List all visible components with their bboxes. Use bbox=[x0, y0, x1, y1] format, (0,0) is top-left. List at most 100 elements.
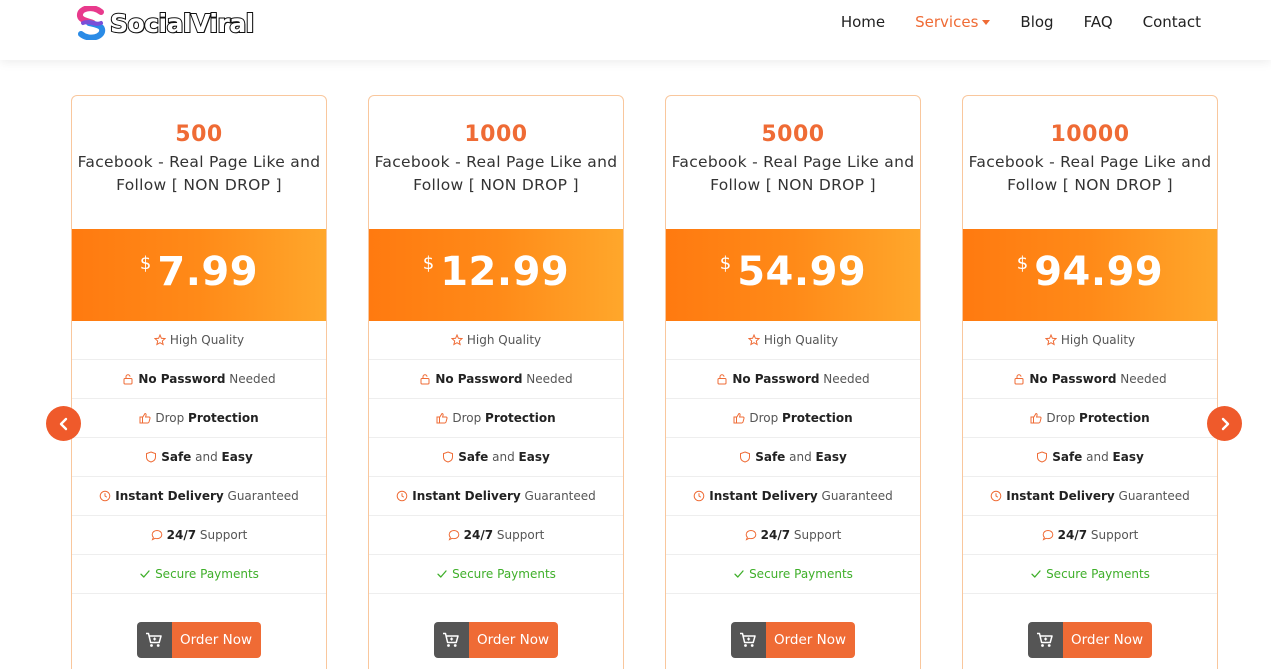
feature-label: Instant Delivery Guaranteed bbox=[1006, 489, 1190, 503]
check-icon bbox=[436, 568, 448, 580]
feature-item: No Password Needed bbox=[72, 360, 326, 399]
feature-label: 24/7 Support bbox=[761, 528, 842, 542]
feature-label: No Password Needed bbox=[732, 372, 869, 386]
feature-item: Drop Protection bbox=[666, 399, 920, 438]
feature-label: High Quality bbox=[1061, 333, 1135, 347]
feature-text: Guaranteed bbox=[520, 489, 596, 503]
feature-label: Drop Protection bbox=[749, 411, 852, 425]
price-amount: 7.99 bbox=[157, 249, 259, 295]
feature-label: Drop Protection bbox=[452, 411, 555, 425]
feature-label: No Password Needed bbox=[1029, 372, 1166, 386]
feature-text: Secure Payments bbox=[155, 567, 259, 581]
feature-text: Guaranteed bbox=[817, 489, 893, 503]
pricing-card: 500 Facebook - Real Page Like and Follow … bbox=[71, 95, 327, 669]
feature-text: Protection bbox=[188, 411, 259, 425]
chevron-down-icon bbox=[982, 19, 991, 25]
order-now-label: Order Now bbox=[468, 622, 559, 658]
check-icon bbox=[139, 568, 151, 580]
feature-item: Instant Delivery Guaranteed bbox=[963, 477, 1217, 516]
price-amount: 54.99 bbox=[737, 249, 867, 295]
feature-text: Drop bbox=[749, 411, 783, 425]
feature-label: Safe and Easy bbox=[755, 450, 847, 464]
order-area: Order Now bbox=[369, 594, 623, 669]
feature-text: Support bbox=[790, 528, 842, 542]
feature-text: Support bbox=[1087, 528, 1139, 542]
chat-icon bbox=[448, 529, 460, 541]
feature-list: High Quality No Password Needed Drop Prote… bbox=[369, 321, 623, 594]
star-icon bbox=[450, 333, 464, 346]
feature-label: Secure Payments bbox=[452, 567, 556, 581]
feature-text: Easy bbox=[1112, 450, 1144, 464]
feature-label: High Quality bbox=[467, 333, 541, 347]
nav-home[interactable]: Home bbox=[841, 13, 885, 31]
cart-icon bbox=[433, 622, 469, 658]
feature-text: 24/7 bbox=[463, 528, 494, 542]
order-now-button[interactable]: Order Now bbox=[136, 622, 262, 658]
chevron-left-icon bbox=[59, 417, 67, 430]
feature-label: High Quality bbox=[764, 333, 838, 347]
price-banner: $94.99 bbox=[963, 229, 1217, 321]
feature-label: High Quality bbox=[170, 333, 244, 347]
feature-text: No Password bbox=[435, 372, 523, 386]
order-now-button[interactable]: Order Now bbox=[1027, 622, 1153, 658]
clock-icon bbox=[693, 490, 705, 502]
feature-text: High Quality bbox=[1060, 333, 1136, 347]
pricing-card: 10000 Facebook - Real Page Like and Follo… bbox=[962, 95, 1218, 669]
main-nav: Home Services Blog FAQ Contact bbox=[811, 13, 1201, 31]
package-quantity: 1000 bbox=[464, 122, 528, 147]
brand-logo[interactable]: SocialViral bbox=[75, 5, 255, 41]
feature-text: Safe bbox=[161, 450, 192, 464]
feature-list: High Quality No Password Needed Drop Prote… bbox=[666, 321, 920, 594]
star-icon bbox=[1044, 333, 1058, 346]
feature-item: No Password Needed bbox=[963, 360, 1217, 399]
feature-item: High Quality bbox=[666, 321, 920, 360]
feature-text: Support bbox=[493, 528, 545, 542]
feature-text: Safe bbox=[755, 450, 786, 464]
order-now-button[interactable]: Order Now bbox=[730, 622, 856, 658]
currency-symbol: $ bbox=[1016, 253, 1029, 274]
feature-item: Drop Protection bbox=[963, 399, 1217, 438]
shield-icon bbox=[739, 451, 751, 463]
feature-label: 24/7 Support bbox=[1058, 528, 1139, 542]
feature-item: 24/7 Support bbox=[666, 516, 920, 555]
price-banner: $12.99 bbox=[369, 229, 623, 321]
feature-text: No Password bbox=[732, 372, 820, 386]
feature-label: Instant Delivery Guaranteed bbox=[709, 489, 893, 503]
nav-faq[interactable]: FAQ bbox=[1084, 13, 1113, 31]
card-header: 5000 Facebook - Real Page Like and Follow… bbox=[666, 96, 920, 229]
carousel-next-button[interactable] bbox=[1207, 406, 1242, 441]
feature-item: Secure Payments bbox=[666, 555, 920, 594]
logo-s-icon bbox=[75, 5, 107, 41]
feature-text: Drop bbox=[155, 411, 189, 425]
order-area: Order Now bbox=[666, 594, 920, 669]
feature-label: Instant Delivery Guaranteed bbox=[412, 489, 596, 503]
chevron-right-icon bbox=[1221, 417, 1229, 430]
package-quantity: 10000 bbox=[1050, 122, 1130, 147]
currency-symbol: $ bbox=[139, 253, 152, 274]
feature-text: Safe bbox=[458, 450, 489, 464]
order-now-button[interactable]: Order Now bbox=[433, 622, 559, 658]
feature-text: Instant Delivery bbox=[1006, 489, 1115, 503]
star-icon bbox=[747, 333, 761, 346]
thumbs-up-icon bbox=[733, 412, 745, 424]
carousel-prev-button[interactable] bbox=[46, 406, 81, 441]
feature-text: Drop bbox=[452, 411, 486, 425]
feature-text: and bbox=[785, 450, 816, 464]
feature-label: Secure Payments bbox=[1046, 567, 1150, 581]
feature-text: Guaranteed bbox=[223, 489, 299, 503]
nav-contact[interactable]: Contact bbox=[1143, 13, 1201, 31]
feature-text: Instant Delivery bbox=[412, 489, 521, 503]
site-header: SocialViral Home Services Blog FAQ Conta… bbox=[0, 0, 1271, 60]
cart-icon bbox=[1027, 622, 1063, 658]
clock-icon bbox=[990, 490, 1002, 502]
nav-blog[interactable]: Blog bbox=[1020, 13, 1053, 31]
feature-label: Secure Payments bbox=[749, 567, 853, 581]
nav-services-label: Services bbox=[915, 13, 979, 31]
price-amount: 12.99 bbox=[440, 249, 570, 295]
feature-text: No Password bbox=[138, 372, 226, 386]
lock-icon bbox=[419, 373, 431, 385]
feature-text: Needed bbox=[522, 372, 573, 386]
shield-icon bbox=[442, 451, 454, 463]
feature-label: No Password Needed bbox=[138, 372, 275, 386]
nav-services[interactable]: Services bbox=[915, 13, 991, 31]
